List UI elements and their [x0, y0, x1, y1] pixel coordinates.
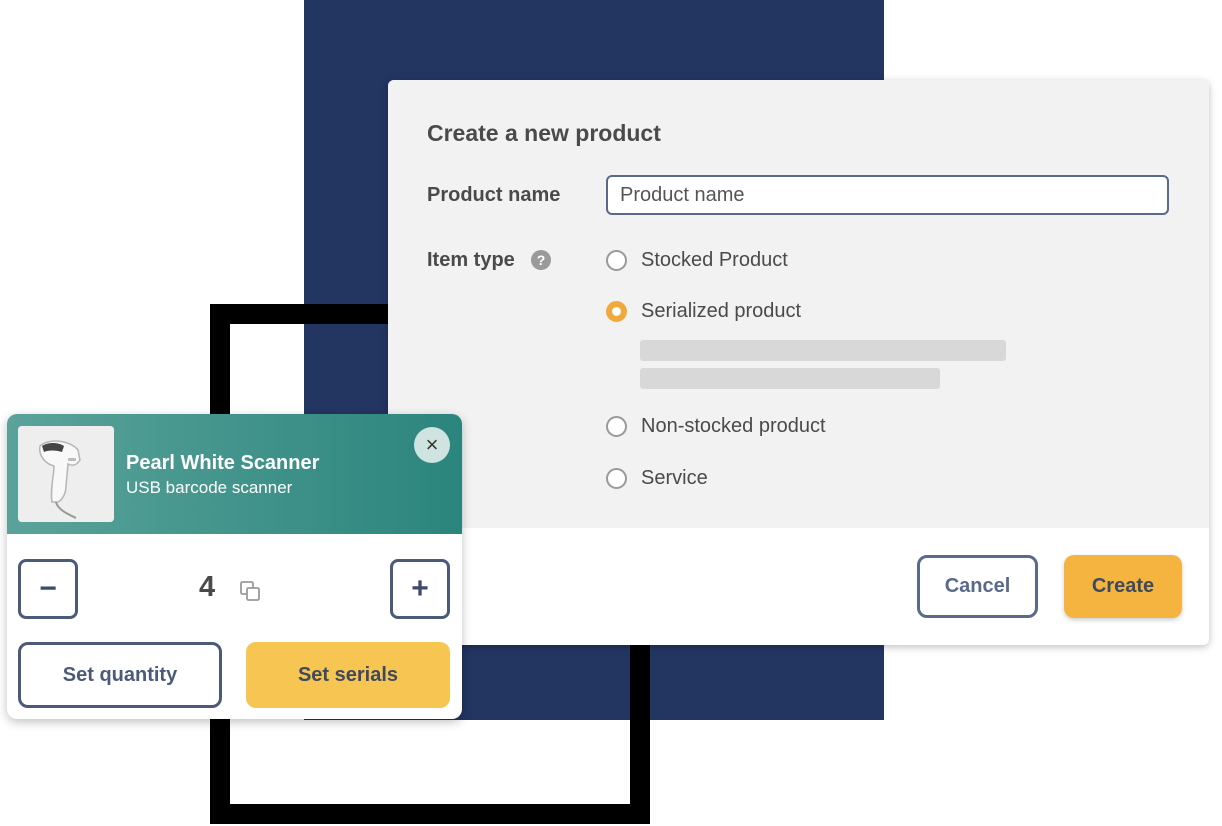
set-quantity-button[interactable]: Set quantity	[18, 642, 222, 708]
help-icon[interactable]: ?	[531, 250, 551, 270]
radio-service[interactable]: Service	[606, 464, 708, 492]
product-card: Pearl White Scanner USB barcode scanner …	[7, 414, 462, 719]
barcode-scanner-image	[18, 426, 114, 522]
radio-serialized-product[interactable]: Serialized product	[606, 297, 801, 325]
set-serials-button[interactable]: Set serials	[246, 642, 450, 708]
product-title: Pearl White Scanner	[126, 452, 320, 474]
radio-button-selected[interactable]	[606, 300, 627, 322]
radio-non-stocked-product[interactable]: Non-stocked product	[606, 412, 826, 440]
product-subtitle: USB barcode scanner	[126, 478, 293, 497]
dialog-title: Create a new product	[427, 120, 661, 146]
product-card-header: Pearl White Scanner USB barcode scanner …	[7, 414, 462, 534]
radio-button[interactable]	[606, 467, 627, 489]
radio-label: Service	[641, 466, 708, 489]
barcode-scanner-icon	[18, 426, 114, 522]
decrement-button[interactable]: −	[18, 559, 78, 619]
quantity-value: 4	[199, 571, 216, 603]
description-placeholder-line	[640, 368, 940, 389]
copy-icon[interactable]	[239, 580, 261, 602]
create-product-dialog: Create a new product Product name Item t…	[388, 80, 1209, 645]
radio-label: Stocked Product	[641, 248, 788, 271]
dialog-body: Create a new product Product name Item t…	[388, 80, 1209, 528]
description-placeholder-line	[640, 340, 1006, 361]
radio-button[interactable]	[606, 249, 627, 271]
product-name-input[interactable]	[606, 175, 1169, 215]
increment-button[interactable]: +	[390, 559, 450, 619]
radio-stocked-product[interactable]: Stocked Product	[606, 246, 788, 274]
close-icon[interactable]: ×	[414, 427, 450, 463]
product-name-label: Product name	[427, 184, 561, 206]
radio-label: Serialized product	[641, 299, 802, 322]
item-type-label: Item type	[427, 249, 515, 271]
radio-button[interactable]	[606, 415, 627, 437]
cancel-button[interactable]: Cancel	[917, 555, 1038, 618]
radio-label: Non-stocked product	[641, 414, 826, 437]
create-button[interactable]: Create	[1064, 555, 1182, 618]
